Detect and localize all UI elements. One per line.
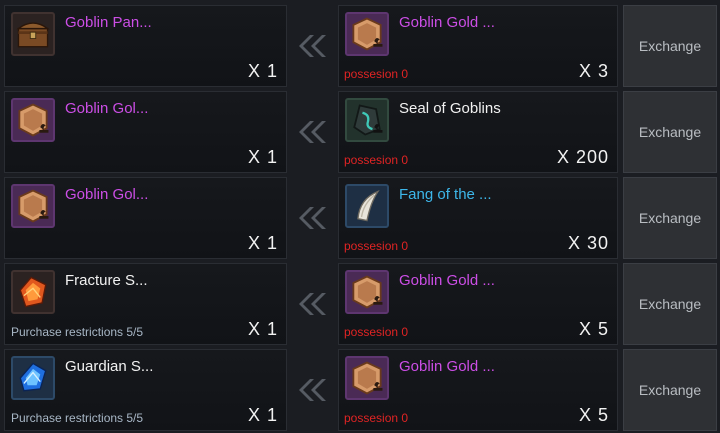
goblin-seal-icon (345, 98, 389, 142)
give-item-slot[interactable]: Goblin Gol... X 1 (4, 91, 287, 173)
give-item-name: Goblin Pan... (65, 14, 152, 31)
double-chevron-left-icon (299, 379, 326, 401)
receive-item-slot[interactable]: Goblin Gold ... possesion 0 X 5 (338, 349, 618, 431)
give-item-name: Guardian S... (65, 358, 154, 375)
possession-count: possesion 0 (344, 325, 409, 339)
purchase-restriction: Purchase restrictions 5/5 (11, 325, 144, 339)
possession-count: possesion 0 (344, 239, 409, 253)
goblin-gold-coin-icon (345, 356, 389, 400)
exchange-row: Fracture S... Purchase restrictions 5/5 … (0, 263, 720, 345)
exchange-row: Goblin Gol... X 1 Fang of the ... posses… (0, 177, 720, 259)
give-item-quantity: X 1 (247, 319, 278, 339)
goblin-gold-coin-icon (345, 12, 389, 56)
give-item-quantity: X 1 (247, 405, 278, 425)
receive-item-name: Fang of the ... (399, 186, 492, 203)
give-item-quantity: X 1 (247, 61, 278, 81)
give-item-slot[interactable]: Goblin Gol... X 1 (4, 177, 287, 259)
exchange-row: Guardian S... Purchase restrictions 5/5 … (0, 349, 720, 431)
receive-item-slot[interactable]: Goblin Gold ... possesion 0 X 5 (338, 263, 618, 345)
give-item-quantity: X 1 (247, 233, 278, 253)
receive-item-name: Seal of Goblins (399, 100, 501, 117)
receive-item-name: Goblin Gold ... (399, 272, 495, 289)
purchase-restriction: Purchase restrictions 5/5 (11, 411, 144, 425)
double-chevron-left-icon (299, 121, 326, 143)
give-item-name: Fracture S... (65, 272, 148, 289)
receive-item-name: Goblin Gold ... (399, 14, 495, 31)
give-item-slot[interactable]: Goblin Pan... X 1 (4, 5, 287, 87)
give-item-name: Goblin Gol... (65, 186, 149, 203)
double-chevron-left-icon (299, 207, 326, 229)
exchange-button[interactable]: Exchange (623, 349, 717, 431)
exchange-button[interactable]: Exchange (623, 91, 717, 173)
goblin-gold-coin-icon (11, 184, 55, 228)
give-item-name: Goblin Gol... (65, 100, 149, 117)
give-item-slot[interactable]: Fracture S... Purchase restrictions 5/5 … (4, 263, 287, 345)
goblin-gold-coin-icon (345, 270, 389, 314)
treasure-chest-icon (11, 12, 55, 56)
possession-count: possesion 0 (344, 411, 409, 425)
exchange-button[interactable]: Exchange (623, 177, 717, 259)
receive-item-quantity: X 5 (578, 319, 609, 339)
receive-item-name: Goblin Gold ... (399, 358, 495, 375)
receive-item-slot[interactable]: Goblin Gold ... possesion 0 X 3 (338, 5, 618, 87)
fracture-stone-icon (11, 270, 55, 314)
receive-item-slot[interactable]: Seal of Goblins possesion 0 X 200 (338, 91, 618, 173)
goblin-gold-coin-icon (11, 98, 55, 142)
receive-item-quantity: X 200 (556, 147, 609, 167)
exchange-button[interactable]: Exchange (623, 5, 717, 87)
double-chevron-left-icon (299, 293, 326, 315)
exchange-row: Goblin Pan... X 1 Goblin Gold ... posses… (0, 5, 720, 87)
exchange-button[interactable]: Exchange (623, 263, 717, 345)
give-item-quantity: X 1 (247, 147, 278, 167)
receive-item-quantity: X 30 (567, 233, 609, 253)
receive-item-slot[interactable]: Fang of the ... possesion 0 X 30 (338, 177, 618, 259)
exchange-row: Goblin Gol... X 1 Seal of Goblins posses… (0, 91, 720, 173)
possession-count: possesion 0 (344, 153, 409, 167)
receive-item-quantity: X 3 (578, 61, 609, 81)
give-item-slot[interactable]: Guardian S... Purchase restrictions 5/5 … (4, 349, 287, 431)
possession-count: possesion 0 (344, 67, 409, 81)
receive-item-quantity: X 5 (578, 405, 609, 425)
fang-icon (345, 184, 389, 228)
double-chevron-left-icon (299, 35, 326, 57)
guardian-stone-icon (11, 356, 55, 400)
